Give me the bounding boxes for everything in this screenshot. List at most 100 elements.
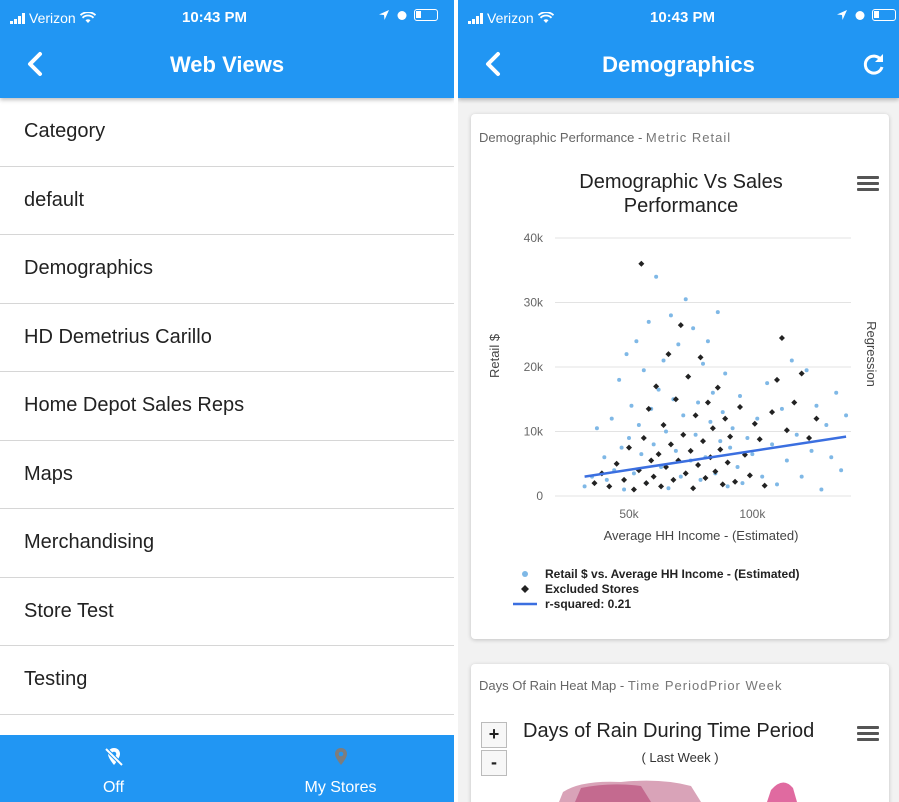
retail-point (804, 368, 809, 373)
list-item-hd-demetrius-carillo[interactable]: HD Demetrius Carillo (0, 304, 454, 372)
excluded-point (667, 441, 674, 448)
excluded-point (746, 472, 753, 479)
excluded-point (702, 474, 709, 481)
clock: 10:43 PM (650, 9, 716, 26)
excluded-point (665, 351, 672, 358)
retail-point (676, 342, 681, 347)
time-period-filter-chip[interactable]: Time PeriodPrior Week (628, 678, 783, 693)
excluded-point (769, 409, 776, 416)
signal-icon (468, 12, 483, 24)
excluded-point (714, 384, 721, 391)
list-item-label: default (24, 188, 85, 211)
retail-point (750, 452, 755, 457)
excluded-point (687, 447, 694, 454)
heatmap-map[interactable] (471, 772, 889, 802)
retail-point (661, 358, 666, 363)
page-title: Web Views (169, 52, 285, 77)
retail-point (629, 403, 634, 408)
list-item-store-test[interactable]: Store Test (0, 578, 454, 646)
retail-point (696, 400, 701, 405)
list-item-testing[interactable]: Testing (0, 646, 454, 715)
excluded-point (761, 482, 768, 489)
y-tick-label: 40k (524, 231, 544, 245)
carrier-label: Verizon (29, 10, 76, 26)
retail-point (829, 455, 834, 460)
retail-point (639, 452, 644, 457)
card-header: Demographic Performance - Metric Retail (479, 130, 731, 145)
legend-item-regression[interactable]: r-squared: 0.21 (513, 596, 800, 611)
legend-line-icon (513, 599, 537, 609)
excluded-point (672, 396, 679, 403)
refresh-icon[interactable] (861, 52, 887, 78)
list-item-demographics[interactable]: Demographics (0, 235, 454, 304)
retail-point (740, 481, 745, 486)
status-right (378, 9, 438, 21)
retail-point (622, 487, 627, 492)
retail-point (710, 390, 715, 395)
retail-point (705, 339, 710, 344)
retail-point (809, 448, 814, 453)
list-item-home-depot-sales-reps[interactable]: Home Depot Sales Reps (0, 372, 454, 441)
excluded-point (690, 485, 697, 492)
legend-label: r-squared: 0.21 (545, 596, 632, 611)
list-item-label: Category (24, 120, 106, 143)
list-item-label: Home Depot Sales Reps (24, 394, 245, 417)
excluded-point (677, 322, 684, 329)
retail-point (636, 423, 641, 428)
legend-item-retail[interactable]: Retail $ vs. Average HH Income - (Estima… (513, 566, 800, 581)
carrier: Verizon (468, 10, 554, 26)
excluded-point (682, 470, 689, 477)
battery-icon (872, 9, 896, 21)
excluded-point (756, 436, 763, 443)
retail-point (814, 403, 819, 408)
retail-point (738, 394, 742, 399)
retail-point (617, 377, 622, 382)
excluded-point (727, 433, 734, 440)
retail-point (760, 474, 765, 479)
list-item-default[interactable]: default (0, 167, 454, 235)
zoom-in-button[interactable]: + (481, 722, 507, 748)
excluded-point (724, 459, 731, 466)
excluded-point (591, 480, 598, 487)
alarm-icon (397, 11, 407, 20)
list-item-merchandising[interactable]: Merchandising (0, 509, 454, 578)
demographics-screen: Verizon 10:43 PM Demographics Demographi… (458, 0, 899, 802)
list-item-label: Merchandising (24, 531, 155, 554)
x-axis-ticks: 50k 100k (619, 507, 766, 521)
web-views-screen: Verizon 10:43 PM Web Views Category defa… (0, 0, 454, 802)
chart-menu-icon[interactable] (857, 176, 879, 192)
chart-menu-icon[interactable] (857, 726, 879, 742)
alarm-icon (855, 11, 865, 20)
legend-item-excluded[interactable]: Excluded Stores (513, 581, 800, 596)
excluded-point (704, 399, 711, 406)
web-views-list: Category default Demographics HD Demetri… (0, 98, 454, 715)
retail-point (646, 319, 651, 324)
retail-point (693, 432, 698, 437)
battery-icon (414, 9, 438, 21)
retail-point (775, 482, 779, 487)
wifi-icon (79, 12, 96, 23)
excluded-point (700, 438, 706, 445)
retail-point (735, 464, 740, 469)
retail-point (824, 423, 829, 428)
y-tick-label: 0 (536, 489, 543, 503)
retail-point (673, 448, 678, 453)
tab-my-stores[interactable]: My Stores (227, 735, 454, 802)
excluded-point (640, 434, 647, 441)
excluded-point (655, 451, 662, 458)
excluded-point (774, 376, 780, 383)
app-bar: Verizon 10:43 PM Web Views (0, 0, 454, 98)
excluded-point (813, 415, 820, 422)
scatter-chart: 0 10k 20k 30k 40k 50k 100k Retail $ Regressio… (487, 231, 879, 543)
metric-filter-chip[interactable]: Metric Retail (646, 130, 731, 145)
map-region (767, 782, 797, 802)
legend-dot-icon (513, 569, 537, 579)
heatmap-subtitle: ( Last Week ) (641, 750, 719, 765)
y-tick-label: 10k (524, 425, 544, 439)
retail-point (668, 313, 673, 318)
location-arrow-icon (379, 10, 389, 20)
list-item-category[interactable]: Category (0, 98, 454, 167)
tab-label: My Stores (304, 779, 377, 796)
tab-off[interactable]: Off (0, 735, 227, 802)
list-item-maps[interactable]: Maps (0, 441, 454, 509)
